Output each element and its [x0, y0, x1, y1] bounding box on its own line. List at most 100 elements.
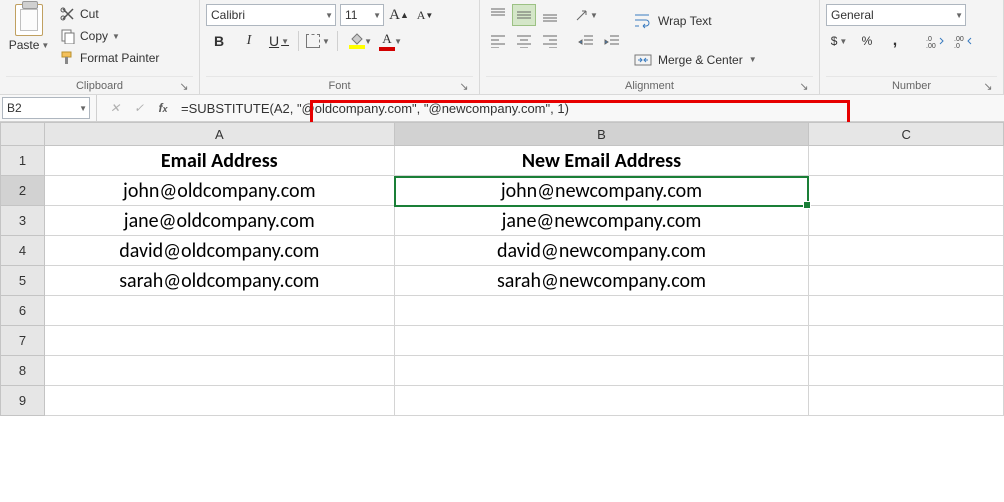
accounting-format-button[interactable]: $▼ — [826, 30, 852, 52]
cell-A4[interactable]: david@oldcompany.com — [44, 236, 394, 266]
decrease-indent-button[interactable] — [574, 30, 598, 52]
cell-B2[interactable]: john@newcompany.com — [394, 176, 809, 206]
cell-C7[interactable] — [809, 326, 1004, 356]
dialog-launcher-alignment[interactable]: ↘ — [797, 79, 811, 93]
italic-button[interactable]: I — [236, 30, 262, 52]
cell-B3[interactable]: jane@newcompany.com — [394, 206, 809, 236]
dialog-launcher-clipboard[interactable]: ↘ — [177, 79, 191, 93]
enter-formula-button[interactable]: ✓ — [127, 97, 151, 119]
cell-B4[interactable]: david@newcompany.com — [394, 236, 809, 266]
group-font: Calibri ▼ 11 ▼ A▲ A▼ B I U▼ ▼ ▼ — [200, 0, 480, 94]
cell-A9[interactable] — [44, 386, 394, 416]
bold-button[interactable]: B — [206, 30, 232, 52]
chevron-down-icon[interactable]: ▼ — [79, 98, 87, 118]
cut-label: Cut — [80, 7, 99, 21]
svg-text:.0: .0 — [926, 36, 932, 43]
percent-format-button[interactable]: % — [854, 30, 880, 52]
dialog-launcher-number[interactable]: ↘ — [981, 79, 995, 93]
row-header-6[interactable]: 6 — [1, 296, 45, 326]
column-headers[interactable]: A B C — [1, 123, 1004, 146]
align-middle-icon — [516, 8, 532, 22]
wrap-text-button[interactable]: Wrap Text — [634, 10, 757, 32]
chevron-down-icon[interactable]: ▼ — [955, 5, 963, 25]
cell-B8[interactable] — [394, 356, 809, 386]
orientation-button[interactable]: ▼ — [574, 4, 598, 26]
align-center-button[interactable] — [512, 30, 536, 52]
formula-input[interactable]: =SUBSTITUTE(A2, "@oldcompany.com", "@new… — [175, 97, 1004, 120]
cell-B6[interactable] — [394, 296, 809, 326]
fill-color-button[interactable]: ▼ — [344, 30, 370, 52]
decrease-decimal-button[interactable]: .00.0 — [950, 30, 976, 52]
cell-B1[interactable]: New Email Address — [394, 146, 809, 176]
cell-B5[interactable]: sarah@newcompany.com — [394, 266, 809, 296]
copy-button[interactable]: Copy ▼ — [58, 26, 161, 46]
font-color-button[interactable]: A ▼ — [374, 30, 400, 52]
cell-A6[interactable] — [44, 296, 394, 326]
cell-C3[interactable] — [809, 206, 1004, 236]
increase-decimal-button[interactable]: .0.00 — [922, 30, 948, 52]
align-middle-button[interactable] — [512, 4, 536, 26]
decrease-font-button[interactable]: A▼ — [414, 4, 436, 26]
align-bottom-icon — [542, 8, 558, 22]
row-header-3[interactable]: 3 — [1, 206, 45, 236]
cell-C1[interactable] — [809, 146, 1004, 176]
chevron-down-icon[interactable]: ▼ — [325, 5, 333, 25]
row-header-2[interactable]: 2 — [1, 176, 45, 206]
font-size-combo[interactable]: 11 ▼ — [340, 4, 384, 26]
paste-label: Paste — [9, 38, 40, 52]
col-header-B[interactable]: B — [394, 123, 809, 146]
increase-font-button[interactable]: A▲ — [388, 4, 410, 26]
wrap-text-label: Wrap Text — [658, 14, 712, 28]
cell-C4[interactable] — [809, 236, 1004, 266]
brush-icon — [60, 50, 76, 66]
paste-button[interactable]: Paste ▼ — [6, 2, 52, 76]
cell-C8[interactable] — [809, 356, 1004, 386]
cell-A1[interactable]: Email Address — [44, 146, 394, 176]
select-all-corner[interactable] — [1, 123, 45, 146]
row-header-1[interactable]: 1 — [1, 146, 45, 176]
cell-A7[interactable] — [44, 326, 394, 356]
formula-bar: B2 ▼ ✕ ✓ fx =SUBSTITUTE(A2, "@oldcompany… — [0, 95, 1004, 122]
col-header-A[interactable]: A — [44, 123, 394, 146]
name-box-value: B2 — [7, 101, 22, 115]
name-box[interactable]: B2 ▼ — [2, 97, 90, 119]
cell-C5[interactable] — [809, 266, 1004, 296]
cell-C2[interactable] — [809, 176, 1004, 206]
cell-C9[interactable] — [809, 386, 1004, 416]
ribbon: Paste ▼ Cut Copy ▼ Format Painter — [0, 0, 1004, 95]
borders-button[interactable]: ▼ — [305, 30, 331, 52]
dialog-launcher-font[interactable]: ↘ — [457, 79, 471, 93]
cancel-formula-button[interactable]: ✕ — [103, 97, 127, 119]
col-header-C[interactable]: C — [809, 123, 1004, 146]
comma-format-button[interactable]: , — [882, 30, 908, 52]
format-painter-button[interactable]: Format Painter — [58, 48, 161, 68]
cut-button[interactable]: Cut — [58, 4, 161, 24]
cell-C6[interactable] — [809, 296, 1004, 326]
cell-B7[interactable] — [394, 326, 809, 356]
increase-indent-button[interactable] — [600, 30, 624, 52]
cell-A2[interactable]: john@oldcompany.com — [44, 176, 394, 206]
spreadsheet-grid[interactable]: A B C 1 Email Address New Email Address … — [0, 122, 1004, 416]
merge-center-button[interactable]: Merge & Center ▼ — [634, 49, 757, 71]
cell-A3[interactable]: jane@oldcompany.com — [44, 206, 394, 236]
row-header-8[interactable]: 8 — [1, 356, 45, 386]
row-header-9[interactable]: 9 — [1, 386, 45, 416]
cell-A5[interactable]: sarah@oldcompany.com — [44, 266, 394, 296]
align-top-button[interactable] — [486, 4, 510, 26]
cell-B9[interactable] — [394, 386, 809, 416]
underline-button[interactable]: U▼ — [266, 30, 292, 52]
align-right-button[interactable] — [538, 30, 562, 52]
x-icon: ✕ — [110, 101, 120, 115]
row-header-7[interactable]: 7 — [1, 326, 45, 356]
insert-function-button[interactable]: fx — [151, 97, 175, 119]
row-header-4[interactable]: 4 — [1, 236, 45, 266]
row-header-5[interactable]: 5 — [1, 266, 45, 296]
align-left-button[interactable] — [486, 30, 510, 52]
number-format-combo[interactable]: General ▼ — [826, 4, 966, 26]
chevron-down-icon[interactable]: ▼ — [373, 5, 381, 25]
borders-icon — [306, 34, 320, 48]
percent-icon: % — [862, 34, 873, 48]
align-bottom-button[interactable] — [538, 4, 562, 26]
font-name-combo[interactable]: Calibri ▼ — [206, 4, 336, 26]
cell-A8[interactable] — [44, 356, 394, 386]
